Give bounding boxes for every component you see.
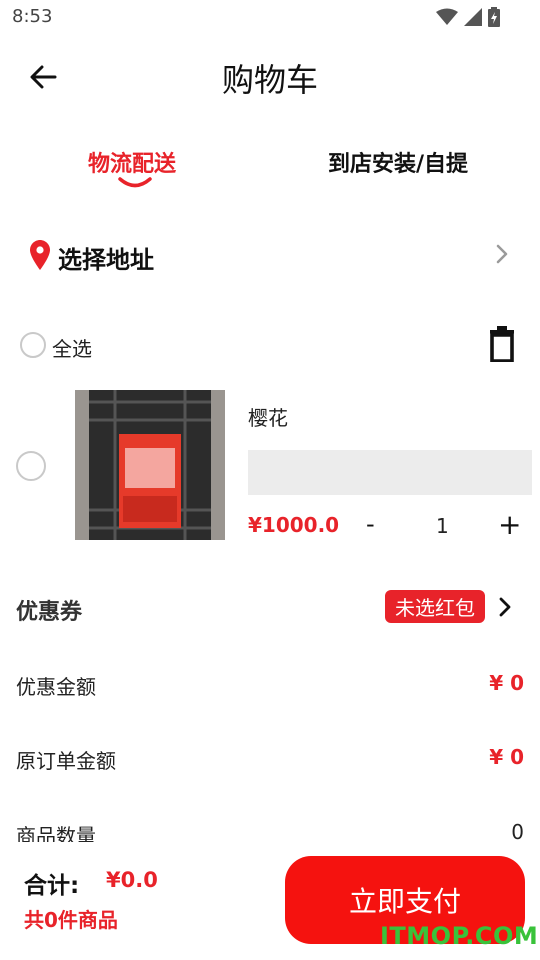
- tire-image: [75, 390, 225, 540]
- page-title: 购物车: [221, 61, 318, 99]
- product-spec-placeholder: [248, 450, 532, 495]
- select-all-label[interactable]: 全选: [52, 333, 92, 362]
- original-amount-value: ¥ 0: [489, 745, 524, 769]
- total-label: 合计:: [24, 873, 80, 899]
- trash-icon[interactable]: [488, 326, 516, 362]
- total-value: ¥0.0: [106, 868, 158, 892]
- signal-icon: [464, 8, 482, 26]
- coupon-badge[interactable]: 未选红包: [385, 590, 485, 623]
- total-items-count: 共0件商品: [24, 908, 118, 932]
- quantity-decrease-button[interactable]: -: [366, 510, 375, 538]
- watermark: ITMOP.COM: [380, 922, 539, 950]
- quantity-increase-button[interactable]: +: [498, 508, 521, 541]
- product-price: ¥1000.0: [248, 513, 340, 537]
- coupon-label: 优惠券: [16, 600, 83, 625]
- tab-active-indicator: [118, 177, 152, 188]
- chevron-right-icon: [496, 244, 508, 264]
- product-name: 樱花: [248, 406, 288, 430]
- item-checkbox[interactable]: [16, 451, 46, 481]
- quantity-value: 1: [436, 514, 449, 538]
- status-icons: [436, 7, 500, 27]
- wifi-icon: [436, 8, 458, 25]
- original-amount-label: 原订单金额: [16, 749, 116, 773]
- tab-store-pickup[interactable]: 到店安装/自提: [328, 146, 468, 178]
- address-selector[interactable]: 选择地址: [26, 236, 516, 278]
- battery-icon: [488, 7, 500, 27]
- chevron-right-icon[interactable]: [498, 596, 512, 618]
- status-time: 8:53: [12, 6, 53, 27]
- address-label: 选择地址: [58, 246, 154, 274]
- discount-amount-label: 优惠金额: [16, 675, 96, 699]
- discount-amount-value: ¥ 0: [489, 671, 524, 695]
- tab-logistics-delivery[interactable]: 物流配送: [88, 146, 176, 178]
- select-all-checkbox[interactable]: [20, 332, 46, 358]
- location-pin-icon: [30, 240, 50, 270]
- item-count-value: 0: [511, 820, 524, 844]
- product-image[interactable]: [75, 390, 225, 540]
